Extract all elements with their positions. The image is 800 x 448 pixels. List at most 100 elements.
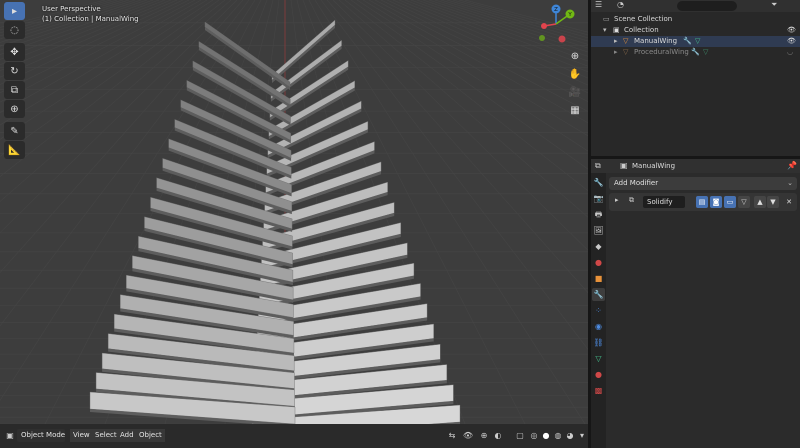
expand-arrow-icon[interactable]: ▸ bbox=[614, 36, 618, 47]
perspective-label: User Perspective bbox=[42, 5, 101, 13]
pin-icon[interactable]: 📌 bbox=[787, 161, 797, 170]
object-label: ManualWing bbox=[634, 37, 678, 45]
outliner-row-scene-collection[interactable]: ▭ Scene Collection bbox=[591, 14, 800, 25]
camera-icon[interactable]: 🎥 bbox=[567, 84, 583, 100]
svg-text:Y: Y bbox=[567, 12, 572, 18]
texture-tab-icon[interactable]: ▩ bbox=[592, 384, 605, 397]
particles-tab-icon[interactable]: ⁘ bbox=[592, 304, 605, 317]
data-tab-icon[interactable]: ▽ bbox=[592, 352, 605, 365]
world-tab-icon[interactable]: ● bbox=[592, 256, 605, 269]
properties-editor-icon[interactable]: ⧉ bbox=[595, 161, 601, 171]
measure-tool[interactable]: 📐 bbox=[4, 141, 25, 159]
scale-tool[interactable]: ⧉ bbox=[4, 81, 25, 99]
modifier-name-field[interactable]: Solidify bbox=[643, 196, 685, 208]
context-label: (1) Collection | ManualWing bbox=[42, 15, 139, 23]
mesh-object-icon: ▽ bbox=[623, 37, 629, 45]
gizmo-toggle-icon[interactable]: ⊕ bbox=[478, 429, 490, 442]
rotate-tool[interactable]: ↻ bbox=[4, 62, 25, 80]
viewport-scene bbox=[0, 0, 588, 424]
move-down-icon[interactable]: ▼ bbox=[767, 196, 779, 208]
material-tab-icon[interactable]: ● bbox=[592, 368, 605, 381]
expand-arrow-icon[interactable]: ▸ bbox=[615, 196, 619, 204]
eye-icon[interactable]: 👁 bbox=[787, 36, 796, 47]
shading-options-icon[interactable]: ▾ bbox=[576, 429, 588, 442]
editmode-toggle-icon[interactable]: ▤ bbox=[696, 196, 708, 208]
grid-icon[interactable]: ▦ bbox=[567, 102, 583, 118]
add-modifier-dropdown[interactable]: Add Modifier ⌄ bbox=[609, 177, 797, 190]
properties-panel: ⧉ ▣ ManualWing 📌 🔧 📷 🖶 🖼 ◆ ● ■ 🔧 ⁘ ◉ ⛓ ▽ ● ▩ Add Modi… bbox=[591, 159, 800, 448]
chevron-down-icon: ⌄ bbox=[787, 179, 793, 187]
select-box-tool[interactable]: ▸ bbox=[4, 2, 25, 20]
eye-icon[interactable]: 👁 bbox=[787, 25, 796, 36]
view-layer-tab-icon[interactable]: 🖼 bbox=[592, 224, 605, 237]
outliner-panel: ☰ ◔ ⏷ ▭ Scene Collection ▾ ▣ Collection … bbox=[591, 0, 800, 156]
mesh-data-icon: ▽ bbox=[695, 37, 701, 45]
object-square-icon: ▣ bbox=[620, 161, 628, 170]
hidden-eye-icon[interactable]: ◡ bbox=[787, 47, 793, 58]
transform-tool[interactable]: ⊕ bbox=[4, 100, 25, 118]
grid-line bbox=[416, 0, 588, 62]
outliner-header: ☰ ◔ ⏷ bbox=[591, 0, 800, 12]
tool-tab-icon[interactable]: 🔧 bbox=[592, 176, 605, 189]
grid-line bbox=[422, 0, 588, 57]
solid-shading-icon[interactable]: ● bbox=[540, 429, 552, 442]
expand-arrow-icon[interactable]: ▸ bbox=[614, 47, 618, 58]
grid-line bbox=[428, 0, 588, 53]
properties-tabs: 🔧 📷 🖶 🖼 ◆ ● ■ 🔧 ⁘ ◉ ⛓ ▽ ● ▩ bbox=[591, 173, 606, 448]
physics-tab-icon[interactable]: ◉ bbox=[592, 320, 605, 333]
properties-header: ⧉ ▣ ManualWing 📌 bbox=[591, 159, 800, 173]
overlay-icon[interactable]: ◐ bbox=[492, 429, 504, 442]
outliner-search-input[interactable] bbox=[677, 1, 737, 11]
outliner-row-manualwing[interactable]: ▸ ▽ ManualWing 🔧 ▽ 👁 bbox=[591, 36, 800, 47]
annotate-tool[interactable]: ✎ bbox=[4, 122, 25, 140]
filter-icon[interactable]: ⏷ bbox=[771, 0, 777, 10]
constraints-tab-icon[interactable]: ⛓ bbox=[592, 336, 605, 349]
tool-shelf: ▸ ◌ ✥ ↻ ⧉ ⊕ ✎ 📐 bbox=[4, 2, 26, 160]
object-label: ProceduralWing bbox=[634, 48, 689, 56]
transform-orientation-icon[interactable]: ⇆ bbox=[446, 429, 458, 442]
mode-selector[interactable]: Object Mode bbox=[17, 429, 65, 442]
editor-type-icon[interactable]: ▣ bbox=[4, 429, 16, 442]
modifier-panel-solidify: ▸ ⧉ Solidify ▤ ◙ ▭ ▽ ▲ ▼ ✕ bbox=[609, 193, 797, 211]
collection-icon: ▣ bbox=[613, 26, 620, 34]
visibility-icon[interactable]: 👁 bbox=[462, 429, 474, 442]
scene-tab-icon[interactable]: ◆ bbox=[592, 240, 605, 253]
object-tab-icon[interactable]: ■ bbox=[592, 272, 605, 285]
modifier-tab-icon[interactable]: 🔧 bbox=[592, 288, 605, 301]
render-tab-icon[interactable]: 📷 bbox=[592, 192, 605, 205]
scene-collection-icon: ▭ bbox=[603, 15, 610, 23]
camera-icon[interactable]: ◙ bbox=[710, 196, 722, 208]
menu-object[interactable]: Object bbox=[136, 429, 165, 442]
grid-line bbox=[440, 0, 588, 45]
xray-icon[interactable]: ▢ bbox=[514, 429, 526, 442]
outliner-editor-icon[interactable]: ☰ bbox=[595, 0, 602, 9]
hand-icon[interactable]: ✋ bbox=[567, 66, 583, 82]
zoom-icon[interactable]: ⊕ bbox=[567, 48, 583, 64]
material-shading-icon[interactable]: ◍ bbox=[552, 429, 564, 442]
rendered-shading-icon[interactable]: ◕ bbox=[564, 429, 576, 442]
outliner-row-collection[interactable]: ▾ ▣ Collection 👁 bbox=[591, 25, 800, 36]
neg-x-axis-handle bbox=[558, 35, 566, 43]
modifier-icon: 🔧 bbox=[691, 48, 700, 56]
display-mode-icon[interactable]: ◔ bbox=[617, 0, 624, 9]
solidify-modifier-icon: ⧉ bbox=[629, 196, 634, 204]
menu-view[interactable]: View bbox=[70, 429, 93, 442]
close-icon[interactable]: ✕ bbox=[783, 196, 795, 208]
output-tab-icon[interactable]: 🖶 bbox=[592, 208, 605, 221]
3d-viewport[interactable]: User Perspective (1) Collection | Manual… bbox=[0, 0, 588, 448]
expand-arrow-icon[interactable]: ▾ bbox=[603, 25, 607, 36]
move-tool[interactable]: ✥ bbox=[4, 43, 25, 61]
viewport-nav-tools: ⊕ ✋ 🎥 ▦ bbox=[567, 48, 583, 120]
cage-icon[interactable]: ▽ bbox=[738, 196, 750, 208]
neg-y-axis-handle bbox=[539, 35, 545, 41]
outliner-row-proceduralwing[interactable]: ▸ ▽ ProceduralWing 🔧 ▽ ◡ bbox=[591, 47, 800, 58]
modifier-stack: Add Modifier ⌄ ▸ ⧉ Solidify ▤ ◙ ▭ ▽ ▲ ▼ … bbox=[609, 173, 800, 448]
cursor-tool[interactable]: ◌ bbox=[4, 21, 25, 39]
monitor-icon[interactable]: ▭ bbox=[724, 196, 736, 208]
scene-collection-label: Scene Collection bbox=[614, 15, 673, 23]
move-up-icon[interactable]: ▲ bbox=[754, 196, 766, 208]
menu-add[interactable]: Add bbox=[117, 429, 137, 442]
navigation-gizmo[interactable]: Z Y bbox=[536, 4, 576, 44]
wireframe-shading-icon[interactable]: ◎ bbox=[528, 429, 540, 442]
menu-select[interactable]: Select bbox=[92, 429, 120, 442]
